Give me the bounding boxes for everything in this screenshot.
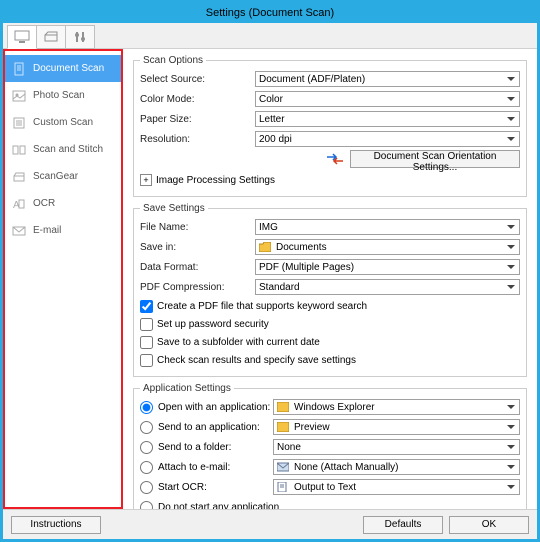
checkbox-label: Save to a subfolder with current date	[157, 337, 320, 348]
custom-icon	[11, 116, 27, 130]
sidebar-item-photo-scan[interactable]: Photo Scan	[5, 82, 121, 109]
save-settings-group: Save Settings File Name: IMG Save in: Do…	[133, 203, 527, 377]
window-title: Settings (Document Scan)	[3, 3, 537, 23]
resolution-dropdown[interactable]: 200 dpi	[255, 131, 520, 147]
sidebar: Document Scan Photo Scan Custom Scan Sca…	[3, 49, 123, 509]
photo-icon	[11, 89, 27, 103]
instructions-button[interactable]: Instructions	[11, 516, 101, 534]
group-label: Scan Options	[140, 55, 206, 66]
sidebar-item-document-scan[interactable]: Document Scan	[5, 55, 121, 82]
tools-icon	[72, 30, 88, 44]
resolution-label: Resolution:	[140, 134, 255, 145]
send-to-app-radio[interactable]	[140, 421, 153, 434]
sidebar-label: Scan and Stitch	[33, 144, 103, 155]
radio-label: Start OCR:	[158, 482, 273, 493]
send-to-app-dropdown[interactable]: Preview	[273, 419, 520, 435]
start-ocr-dropdown[interactable]: Output to Text	[273, 479, 520, 495]
attach-email-dropdown[interactable]: None (Attach Manually)	[273, 459, 520, 475]
tab-device[interactable]	[36, 25, 66, 49]
explorer-icon	[277, 401, 291, 413]
password-security-checkbox[interactable]	[140, 318, 153, 331]
application-settings-group: Application Settings Open with an applic…	[133, 383, 527, 509]
stitch-icon	[11, 143, 27, 157]
radio-label: Open with an application:	[158, 402, 273, 413]
save-in-label: Save in:	[140, 242, 255, 253]
sidebar-item-email[interactable]: E-mail	[5, 217, 121, 244]
checkbox-label: Set up password security	[157, 319, 269, 330]
orientation-settings-button[interactable]: Document Scan Orientation Settings...	[350, 150, 520, 168]
content-area: Document Scan Photo Scan Custom Scan Sca…	[3, 23, 537, 539]
subfolder-date-checkbox[interactable]	[140, 336, 153, 349]
sidebar-item-custom-scan[interactable]: Custom Scan	[5, 109, 121, 136]
attach-email-radio[interactable]	[140, 461, 153, 474]
paper-size-dropdown[interactable]: Letter	[255, 111, 520, 127]
sidebar-label: Custom Scan	[33, 117, 93, 128]
preview-icon	[277, 421, 291, 433]
sidebar-label: OCR	[33, 198, 55, 209]
checkbox-label: Check scan results and specify save sett…	[157, 355, 356, 366]
checkbox-label: Create a PDF file that supports keyword …	[157, 301, 367, 312]
color-mode-label: Color Mode:	[140, 94, 255, 105]
defaults-button[interactable]: Defaults	[363, 516, 443, 534]
scan-options-group: Scan Options Select Source: Document (AD…	[133, 55, 527, 197]
sidebar-label: Document Scan	[33, 63, 104, 74]
radio-label: Send to an application:	[158, 422, 273, 433]
tab-scanner[interactable]	[7, 25, 37, 49]
top-tabrow	[3, 23, 537, 49]
radio-label: Send to a folder:	[158, 442, 273, 453]
sidebar-item-scan-stitch[interactable]: Scan and Stitch	[5, 136, 121, 163]
settings-panel: Scan Options Select Source: Document (AD…	[123, 49, 537, 509]
open-with-app-radio[interactable]	[140, 401, 153, 414]
scangear-icon	[11, 170, 27, 184]
email-icon	[11, 224, 27, 238]
tab-tools[interactable]	[65, 25, 95, 49]
radio-label: Do not start any application	[158, 502, 279, 510]
send-to-folder-radio[interactable]	[140, 441, 153, 454]
sidebar-item-scangear[interactable]: ScanGear	[5, 163, 121, 190]
select-source-label: Select Source:	[140, 74, 255, 85]
pdf-compression-label: PDF Compression:	[140, 282, 255, 293]
ocr-icon: A	[11, 197, 27, 211]
sidebar-label: ScanGear	[33, 171, 78, 182]
do-not-start-radio[interactable]	[140, 501, 153, 510]
main-area: Document Scan Photo Scan Custom Scan Sca…	[3, 49, 537, 509]
document-icon	[11, 62, 27, 76]
check-results-checkbox[interactable]	[140, 354, 153, 367]
select-source-dropdown[interactable]: Document (ADF/Platen)	[255, 71, 520, 87]
file-name-label: File Name:	[140, 222, 255, 233]
radio-label: Attach to e-mail:	[158, 462, 273, 473]
keyword-search-checkbox[interactable]	[140, 300, 153, 313]
settings-window: Settings (Document Scan) Document Scan P…	[2, 2, 538, 540]
monitor-icon	[14, 30, 30, 44]
scanner-icon	[43, 30, 59, 44]
sidebar-item-ocr[interactable]: A OCR	[5, 190, 121, 217]
data-format-dropdown[interactable]: PDF (Multiple Pages)	[255, 259, 520, 275]
start-ocr-radio[interactable]	[140, 481, 153, 494]
group-label: Save Settings	[140, 203, 208, 214]
swap-icon[interactable]	[326, 153, 344, 165]
sidebar-label: E-mail	[33, 225, 61, 236]
footer: Instructions Defaults OK	[3, 509, 537, 539]
color-mode-dropdown[interactable]: Color	[255, 91, 520, 107]
open-with-app-dropdown[interactable]: Windows Explorer	[273, 399, 520, 415]
mail-icon	[277, 461, 291, 473]
file-name-field[interactable]: IMG	[255, 219, 520, 235]
save-in-dropdown[interactable]: Documents	[255, 239, 520, 255]
expand-image-processing[interactable]: +	[140, 174, 152, 186]
ok-button[interactable]: OK	[449, 516, 529, 534]
folder-icon	[259, 241, 273, 253]
send-to-folder-dropdown[interactable]: None	[273, 439, 520, 455]
sidebar-label: Photo Scan	[33, 90, 85, 101]
text-icon	[277, 481, 291, 493]
data-format-label: Data Format:	[140, 262, 255, 273]
pdf-compression-dropdown[interactable]: Standard	[255, 279, 520, 295]
image-processing-label: Image Processing Settings	[156, 175, 275, 186]
group-label: Application Settings	[140, 383, 234, 394]
paper-size-label: Paper Size:	[140, 114, 255, 125]
